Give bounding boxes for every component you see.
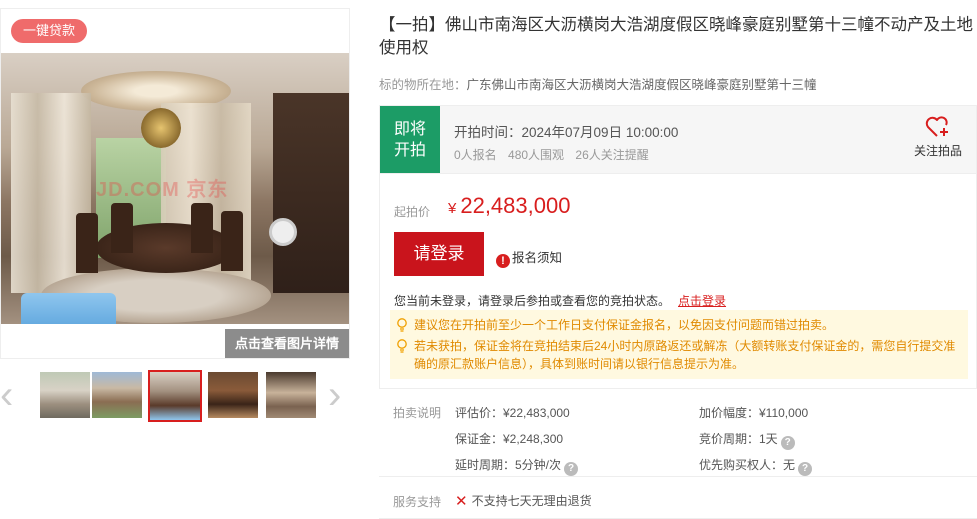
main-photo[interactable]: JD.COM 京东: [1, 53, 349, 324]
description-label: 拍卖说明: [393, 406, 442, 420]
signup-count: 0人报名: [454, 148, 497, 162]
appraisal-price: 评估价：¥22,483,000: [455, 406, 570, 420]
tip-item: 建议您在开拍前至少一个工作日支付保证金报名，以免因支付问题而错过拍卖。: [390, 316, 968, 334]
image-gallery: 一键贷款 JD.COM 京东 点击查看图片详情 ‹ ›: [0, 0, 352, 519]
start-time: 开拍时间：2024年07月09日 10:00:00: [454, 125, 679, 140]
thumbnail-3[interactable]: [148, 370, 202, 422]
help-icon[interactable]: ?: [798, 462, 813, 476]
follow-label: 关注拍品: [913, 144, 962, 158]
auction-stats: 0人报名 480人围观 26人关注提醒: [454, 146, 657, 163]
service-item: ✕ 不支持七天无理由退货: [455, 493, 592, 510]
status-badge: 即将 开拍: [380, 106, 440, 173]
loan-badge[interactable]: 一键贷款: [11, 19, 88, 43]
prev-arrow-icon[interactable]: ‹: [0, 375, 13, 415]
cross-icon: ✕: [455, 493, 468, 510]
location-label: 标的物所在地：: [379, 78, 467, 92]
heart-plus-icon: [925, 116, 948, 137]
next-arrow-icon[interactable]: ›: [328, 375, 341, 415]
thumbnail-5[interactable]: [266, 372, 316, 418]
start-price: ¥22,483,000: [448, 193, 571, 218]
follow-button[interactable]: 关注拍品: [910, 116, 966, 159]
page-title: 【一拍】佛山市南海区大沥横岗大浩湖度假区晓峰豪庭别墅第十三幢不动产及土地使用权: [379, 16, 973, 57]
auction-status-bar: 即将 开拍 开拍时间：2024年07月09日 10:00:00 0人报名 480…: [379, 105, 977, 174]
reminder-count: 26人关注提醒: [575, 148, 649, 162]
service-support: 服务支持 ✕ 不支持七天无理由退货: [379, 481, 977, 519]
main-photo-frame: 一键贷款 JD.COM 京东 点击查看图片详情: [0, 8, 350, 359]
watermark: JD.COM 京东: [96, 179, 229, 201]
start-price-label: 起拍价: [394, 205, 431, 219]
deposit: 保证金：¥2,248,300: [455, 432, 564, 446]
delay-cycle: 延时周期：5分钟/次?: [455, 456, 579, 476]
login-status: 您当前未登录，请登录后参拍或查看您的竞拍状态。 点击登录: [394, 294, 727, 308]
location-value: 广东佛山市南海区大沥横岗大浩湖度假区晓峰豪庭别墅第十三幢: [466, 78, 817, 92]
viewer-count: 480人围观: [508, 148, 565, 162]
bid-increment: 加价幅度：¥110,000: [699, 406, 809, 420]
login-link[interactable]: 点击登录: [678, 294, 726, 308]
lightbulb-icon: [397, 339, 407, 353]
priority-buyer: 优先购买权人：无?: [699, 456, 813, 476]
auction-description: 拍卖说明 评估价：¥22,483,000 加价幅度：¥110,000 保证金：¥…: [379, 397, 977, 477]
view-image-details-button[interactable]: 点击查看图片详情: [224, 329, 349, 358]
help-icon[interactable]: ?: [780, 436, 795, 450]
bidding-cycle: 竞价周期：1天?: [699, 430, 795, 450]
price-panel: 起拍价 ¥22,483,000 请登录 ! 报名须知 您当前未登录，请登录后参拍或…: [379, 174, 977, 389]
warning-icon: !: [496, 254, 510, 268]
registration-notice-link[interactable]: ! 报名须知: [496, 247, 562, 268]
thumbnail-strip: ‹ ›: [0, 368, 352, 426]
thumbnail-1[interactable]: [40, 372, 90, 418]
tip-item: 若未获拍，保证金将在竞拍结束后24小时内原路返还或解冻（大额转账支付保证金的，需…: [390, 337, 968, 373]
service-label: 服务支持: [393, 495, 442, 509]
item-location: 标的物所在地：广东佛山市南海区大沥横岗大浩湖度假区晓峰豪庭别墅第十三幢: [379, 74, 817, 93]
help-icon[interactable]: ?: [564, 462, 579, 476]
login-button[interactable]: 请登录: [394, 232, 484, 276]
lightbulb-icon: [397, 318, 407, 332]
tips-box: 建议您在开拍前至少一个工作日支付保证金报名，以免因支付问题而错过拍卖。 若未获拍…: [390, 310, 968, 379]
thumbnail-2[interactable]: [92, 372, 142, 418]
thumbnail-4[interactable]: [208, 372, 258, 418]
